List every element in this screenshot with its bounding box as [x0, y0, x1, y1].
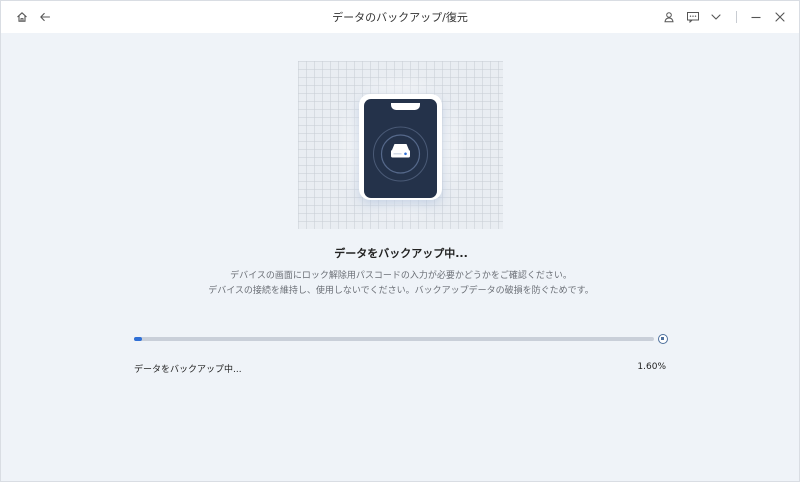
phone-screen [364, 99, 437, 198]
title-bar-divider [736, 11, 737, 23]
app-window: データのバックアップ/復元 データをバックアップ中... デバイスの画面にロック… [0, 0, 800, 482]
user-icon[interactable] [659, 7, 679, 27]
feedback-icon[interactable] [683, 7, 703, 27]
backup-heading: データをバックアップ中... [334, 247, 468, 260]
progress-status-label: データをバックアップ中... [134, 365, 242, 375]
title-bar: データのバックアップ/復元 [1, 1, 799, 33]
chevron-down-icon[interactable] [706, 7, 726, 27]
phone-with-drive-icon [359, 94, 442, 200]
description-line-2: デバイスの接続を維持し、使用しないでください。バックアップデータの破損を防ぐため… [208, 286, 594, 296]
drive-icon [373, 126, 428, 182]
progress-bar [134, 337, 654, 341]
minimize-icon[interactable] [746, 7, 766, 27]
description-line-1: デバイスの画面にロック解除用パスコードの入力が必要かどうかをご確認ください。 [230, 271, 572, 281]
close-icon[interactable] [770, 7, 790, 27]
progress-percent: 1.60% [637, 362, 666, 372]
backup-illustration [298, 61, 503, 229]
progress-bar-fill [134, 337, 143, 341]
stop-icon[interactable] [658, 334, 668, 344]
home-icon[interactable] [12, 7, 32, 27]
window-title: データのバックアップ/復元 [332, 11, 468, 24]
back-arrow-icon[interactable] [35, 7, 55, 27]
